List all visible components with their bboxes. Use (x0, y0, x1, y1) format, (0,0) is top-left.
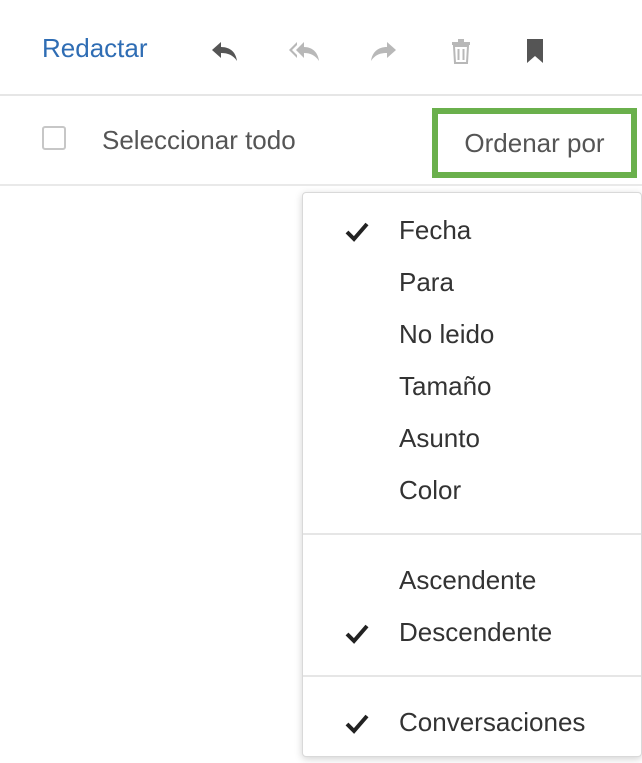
menu-item-label: Color (399, 475, 462, 505)
conversations-toggle[interactable]: Conversaciones (303, 697, 641, 747)
sort-option-size[interactable]: Tamaño (303, 361, 641, 411)
select-all-label[interactable]: Seleccionar todo (102, 125, 296, 156)
selection-bar: Seleccionar todo Ordenar por (0, 96, 642, 186)
sort-option-color[interactable]: Color (303, 465, 641, 515)
menu-item-label: Tamaño (399, 371, 492, 401)
checkmark-icon (345, 624, 369, 644)
menu-divider (303, 675, 641, 677)
compose-button[interactable]: Redactar (42, 33, 148, 64)
trash-icon[interactable] (444, 34, 478, 68)
sort-by-button[interactable]: Ordenar por (432, 108, 637, 178)
select-all-checkbox[interactable] (42, 126, 66, 150)
menu-item-label: Asunto (399, 423, 480, 453)
menu-item-label: Ascendente (399, 565, 537, 595)
sort-option-date[interactable]: Fecha (303, 205, 641, 255)
menu-item-label: Para (399, 267, 454, 297)
bookmark-icon[interactable] (518, 34, 552, 68)
menu-item-label: Conversaciones (399, 707, 586, 737)
sort-option-unread[interactable]: No leido (303, 309, 641, 359)
sort-option-to[interactable]: Para (303, 257, 641, 307)
mail-client: Redactar Seleccionar todo Ordenar por Fe… (0, 0, 642, 763)
reply-all-icon[interactable] (288, 34, 322, 68)
checkmark-icon (345, 222, 369, 242)
sort-order-descending[interactable]: Descendente (303, 607, 641, 657)
menu-item-label: No leido (399, 319, 495, 349)
sort-option-subject[interactable]: Asunto (303, 413, 641, 463)
reply-icon[interactable] (208, 34, 242, 68)
menu-divider (303, 533, 641, 535)
sort-by-label: Ordenar por (464, 127, 605, 158)
menu-item-label: Descendente (399, 617, 553, 647)
sort-menu: Fecha Para No leido Tamaño Asunto Color … (302, 192, 642, 757)
menu-item-label: Fecha (399, 215, 472, 245)
forward-icon[interactable] (366, 34, 400, 68)
checkmark-icon (345, 714, 369, 734)
toolbar: Redactar (0, 0, 642, 96)
sort-order-ascending[interactable]: Ascendente (303, 555, 641, 605)
